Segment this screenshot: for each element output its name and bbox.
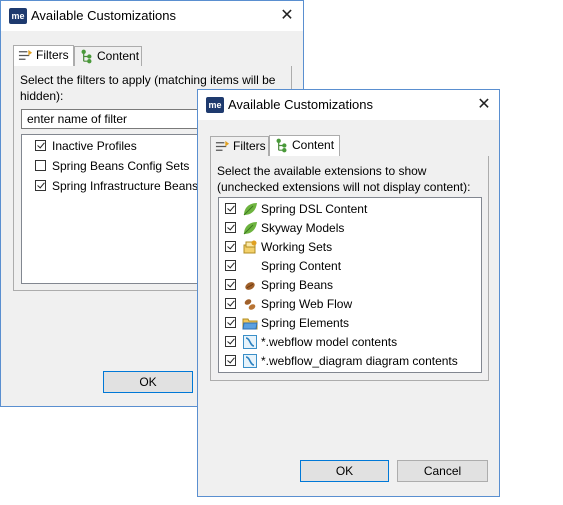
list-item-label: Inactive Profiles <box>52 139 137 153</box>
webflow-file-icon <box>243 354 257 368</box>
list-item-label: Spring Web Flow <box>261 297 353 311</box>
dialog-title: Available Customizations <box>228 97 373 112</box>
list-item-label: Spring DSL Content <box>261 202 368 216</box>
list-item-label: Spring Content <box>261 259 342 273</box>
tab-label: Content <box>292 138 335 152</box>
checkbox[interactable] <box>225 222 236 233</box>
ok-button[interactable]: OK <box>300 460 389 482</box>
checkbox[interactable] <box>35 180 46 191</box>
filter-icon <box>215 140 230 151</box>
front-dialog: me Available Customizations ✕ Filters Co… <box>197 89 500 497</box>
tab-filters[interactable]: Filters <box>13 45 74 67</box>
ok-button[interactable]: OK <box>103 371 193 393</box>
list-item-label: Working Sets <box>261 240 333 254</box>
checkbox[interactable] <box>35 140 46 151</box>
back-dialog-titlebar[interactable]: me Available Customizations ✕ <box>1 1 303 31</box>
checkbox[interactable] <box>225 203 236 214</box>
checkbox[interactable] <box>225 336 236 347</box>
content-panel: Select the available extensions to show … <box>210 156 489 381</box>
content-description: Select the available extensions to show … <box>217 164 471 194</box>
folder-icon <box>242 318 258 330</box>
tab-label: Filters <box>233 139 266 153</box>
tab-bar: Filters Content <box>13 45 292 67</box>
list-item[interactable]: Spring DSL Content <box>219 200 481 219</box>
tab-label: Content <box>97 49 140 63</box>
list-item-label: Skyway Models <box>261 221 345 235</box>
list-item-label: Spring Infrastructure Beans <box>52 179 199 193</box>
tab-content[interactable]: Content <box>74 46 142 66</box>
tab-bar: Filters Content <box>210 135 489 157</box>
list-item[interactable]: Spring Content <box>219 257 481 276</box>
spring-leaf-icon <box>243 222 257 235</box>
list-item[interactable]: Spring Web Flow <box>219 295 481 314</box>
webflow-file-icon <box>243 335 257 349</box>
list-item[interactable]: *.webflow_diagram diagram contents <box>219 352 481 371</box>
cancel-button[interactable]: Cancel <box>397 460 488 482</box>
checkbox[interactable] <box>35 160 46 171</box>
filter-icon <box>18 49 33 60</box>
list-item[interactable]: *.webflow model contents <box>219 333 481 352</box>
working-sets-icon <box>243 240 257 254</box>
checkbox[interactable] <box>225 317 236 328</box>
list-item-label: Spring Beans Config Sets <box>52 159 190 173</box>
checkbox[interactable] <box>225 241 236 252</box>
list-item-label: Spring Beans <box>261 278 334 292</box>
list-item[interactable]: Spring Elements <box>219 314 481 333</box>
bean-icon <box>245 282 255 290</box>
checkbox[interactable] <box>225 260 236 271</box>
tab-content[interactable]: Content <box>269 135 340 157</box>
app-logo-icon: me <box>206 97 224 113</box>
spring-leaf-icon <box>243 203 257 216</box>
close-icon[interactable]: ✕ <box>469 93 499 117</box>
extensions-list: Spring DSL Content Skyway Models Working… <box>218 197 482 373</box>
content-tree-icon <box>276 138 287 153</box>
tab-label: Filters <box>36 48 69 62</box>
tab-filters[interactable]: Filters <box>210 136 269 156</box>
list-item[interactable]: Working Sets <box>219 238 481 257</box>
list-item-label: Spring Elements <box>261 316 350 330</box>
list-item-label: *.webflow model contents <box>261 335 398 349</box>
content-tree-icon <box>81 49 92 64</box>
list-item[interactable]: Skyway Models <box>219 219 481 238</box>
close-icon[interactable]: ✕ <box>272 4 302 28</box>
checkbox[interactable] <box>225 298 236 309</box>
checkbox[interactable] <box>225 355 236 366</box>
list-item[interactable]: Spring Beans <box>219 276 481 295</box>
checkbox[interactable] <box>225 279 236 290</box>
dialog-title: Available Customizations <box>31 8 176 23</box>
list-item-label: *.webflow_diagram diagram contents <box>261 354 458 368</box>
front-dialog-titlebar[interactable]: me Available Customizations ✕ <box>198 90 499 120</box>
web-flow-icon <box>244 299 256 310</box>
app-logo-icon: me <box>9 8 27 24</box>
